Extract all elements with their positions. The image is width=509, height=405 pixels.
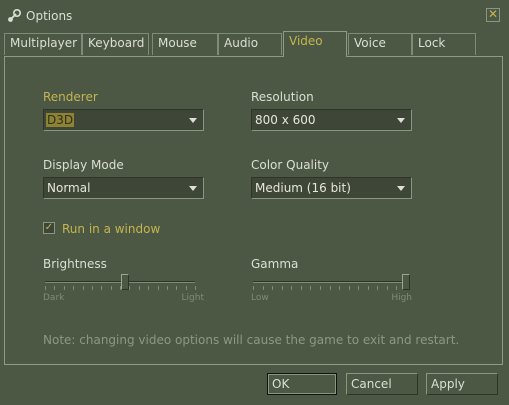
- display-mode-dropdown[interactable]: Normal: [43, 177, 204, 199]
- tab-label: Lock: [418, 36, 446, 50]
- slider-tick: [167, 286, 168, 290]
- slider-tick: [139, 286, 140, 290]
- close-button[interactable]: ✕: [486, 8, 500, 22]
- close-icon: ✕: [487, 7, 499, 21]
- slider-tick: [92, 286, 93, 290]
- slider-track: [253, 281, 410, 283]
- slider-thumb[interactable]: [121, 274, 129, 290]
- color-quality-dropdown[interactable]: Medium (16 bit): [251, 177, 412, 199]
- run-in-window-label[interactable]: Run in a window: [62, 222, 160, 236]
- window-title: Options: [26, 9, 73, 23]
- slider-tick: [158, 286, 159, 290]
- tab-keyboard[interactable]: Keyboard: [82, 33, 149, 55]
- gamma-label: Gamma: [251, 257, 299, 271]
- tab-label: Mouse: [158, 36, 197, 50]
- slider-tick: [387, 286, 388, 290]
- slider-tick: [83, 286, 84, 290]
- slider-tick: [358, 286, 359, 290]
- ok-button[interactable]: OK: [267, 373, 337, 395]
- gamma-max-label: High: [391, 293, 412, 303]
- brightness-label: Brightness: [43, 257, 107, 271]
- restart-note: Note: changing video options will cause …: [43, 333, 460, 347]
- apply-label: Apply: [431, 377, 465, 391]
- tab-audio[interactable]: Audio: [218, 33, 282, 55]
- steam-icon: [8, 8, 22, 22]
- slider-tick: [253, 286, 254, 290]
- slider-tick: [349, 286, 350, 290]
- tab-voice[interactable]: Voice: [348, 33, 412, 55]
- renderer-label: Renderer: [43, 90, 98, 104]
- color-quality-value: Medium (16 bit): [255, 181, 351, 195]
- slider-tick: [339, 286, 340, 290]
- cancel-button[interactable]: Cancel: [346, 373, 418, 395]
- title-bar[interactable]: Options ✕: [0, 0, 509, 32]
- slider-track: [45, 281, 195, 283]
- color-quality-label: Color Quality: [251, 158, 330, 172]
- display-mode-value: Normal: [47, 181, 91, 195]
- slider-tick: [148, 286, 149, 290]
- slider-tick: [129, 286, 130, 290]
- slider-tick: [282, 286, 283, 290]
- gamma-min-label: Low: [251, 293, 269, 303]
- slider-tick: [195, 286, 196, 290]
- slider-tick: [186, 286, 187, 290]
- slider-tick: [330, 286, 331, 290]
- slider-tick: [320, 286, 321, 290]
- slider-tick: [377, 286, 378, 290]
- chevron-down-icon: [397, 118, 405, 123]
- slider-tick: [301, 286, 302, 290]
- chevron-down-icon: [189, 186, 197, 191]
- slider-tick: [54, 286, 55, 290]
- slider-tick: [45, 286, 46, 290]
- apply-button[interactable]: Apply: [426, 373, 498, 395]
- resolution-dropdown[interactable]: 800 x 600: [251, 109, 412, 131]
- slider-tick: [263, 286, 264, 290]
- resolution-value: 800 x 600: [255, 113, 316, 127]
- tab-multiplayer[interactable]: Multiplayer: [4, 33, 82, 55]
- slider-tick: [176, 286, 177, 290]
- chevron-down-icon: [397, 186, 405, 191]
- chevron-down-icon: [189, 118, 197, 123]
- brightness-slider[interactable]: Dark Light: [43, 274, 204, 304]
- slider-tick: [101, 286, 102, 290]
- check-icon: ✓: [44, 222, 54, 233]
- slider-tick: [64, 286, 65, 290]
- tab-mouse[interactable]: Mouse: [152, 33, 218, 55]
- tab-label: Audio: [224, 36, 259, 50]
- gamma-slider[interactable]: Low High: [251, 274, 412, 304]
- tab-label: Video: [289, 34, 323, 48]
- slider-tick: [291, 286, 292, 290]
- resolution-label: Resolution: [251, 90, 314, 104]
- tab-label: Keyboard: [88, 36, 145, 50]
- tab-video[interactable]: Video: [283, 31, 347, 57]
- cancel-label: Cancel: [351, 377, 392, 391]
- slider-tick: [73, 286, 74, 290]
- slider-tick: [310, 286, 311, 290]
- renderer-dropdown[interactable]: D3D: [43, 109, 204, 131]
- tab-label: Voice: [354, 36, 386, 50]
- tab-lock[interactable]: Lock: [412, 33, 476, 55]
- brightness-max-label: Light: [181, 293, 204, 303]
- renderer-value: D3D: [46, 113, 75, 127]
- brightness-min-label: Dark: [43, 293, 65, 303]
- run-in-window-checkbox[interactable]: ✓: [43, 222, 55, 234]
- slider-tick: [111, 286, 112, 290]
- ok-label: OK: [272, 377, 290, 391]
- display-mode-label: Display Mode: [43, 158, 124, 172]
- slider-tick: [396, 286, 397, 290]
- tab-label: Multiplayer: [10, 36, 78, 50]
- slider-thumb[interactable]: [402, 274, 410, 290]
- slider-tick: [272, 286, 273, 290]
- slider-tick: [368, 286, 369, 290]
